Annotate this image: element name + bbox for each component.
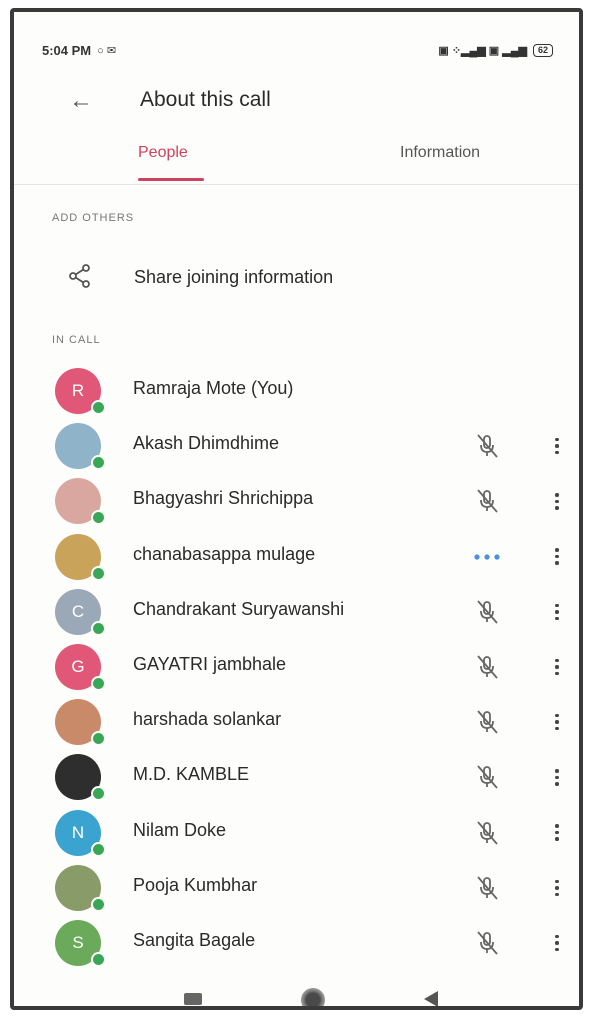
participant-row[interactable]: chanabasappa mulage [14,532,579,587]
more-options-icon[interactable] [550,762,564,792]
participant-row[interactable]: M.D. KAMBLE [14,752,579,807]
add-others-header: ADD OTHERS [52,212,135,224]
in-call-header: IN CALL [52,334,101,346]
mic-off-icon[interactable] [472,597,502,627]
participant-name: Ramraja Mote (You) [133,378,294,398]
navigation-bar [14,985,579,1006]
online-status-dot [91,731,106,747]
more-options-icon[interactable] [550,652,564,682]
signal-icons: ▣ ⁘▂▄▆ ▣ ▂▄▆ [438,44,527,57]
clock: 5:04 PM [42,42,92,58]
more-options-icon[interactable] [550,542,564,572]
recent-apps-button[interactable] [184,993,202,1005]
share-icon [69,264,90,288]
participant-row[interactable]: harshada solankar [14,697,579,752]
home-button[interactable] [301,988,325,1006]
mic-off-icon[interactable] [472,928,502,958]
share-joining-info-row[interactable]: Share joining information [14,258,579,298]
participant-name: M.D. KAMBLE [133,764,250,785]
participant-row[interactable]: Bhagyashri Shrichippa [14,476,579,531]
mic-off-icon[interactable] [472,652,502,682]
online-status-dot [91,620,106,636]
online-status-dot [91,786,106,802]
participant-row[interactable]: Pooja Kumbhar [14,863,579,918]
mic-off-icon[interactable] [472,762,502,792]
online-status-dot [91,565,106,581]
mic-off-icon[interactable] [472,873,502,903]
tab-indicator [138,178,204,181]
online-status-dot [91,841,106,857]
more-options-icon[interactable] [550,431,564,461]
speaking-indicator-icon [474,553,500,560]
participant-name: Nilam Doke [133,819,227,840]
participant-name: Chandrakant Suryawanshi [133,598,345,619]
participant-row[interactable]: N Nilam Doke [14,808,579,863]
more-options-icon[interactable] [550,707,564,737]
app-bar: ← About this call [14,82,579,122]
participant-row[interactable]: S Sangita Bagale [14,918,579,973]
participant-row[interactable]: G GAYATRI jambhale [14,642,579,697]
mic-off-icon[interactable] [472,431,502,461]
participant-name: Pooja Kumbhar [133,874,258,895]
online-status-dot [91,952,106,967]
back-button[interactable] [424,991,438,1006]
participant-row[interactable]: C Chandrakant Suryawanshi [14,587,579,642]
tab-people[interactable]: People [138,144,188,162]
more-options-icon[interactable] [550,928,564,958]
tab-bar: People Information [14,140,579,185]
more-options-icon[interactable] [550,818,564,848]
online-status-dot [91,676,106,691]
participant-name: GAYATRI jambhale [133,654,287,674]
participant-name: Bhagyashri Shrichippa [133,488,314,509]
notification-icons: ○ ✉ [97,44,117,57]
online-status-dot [91,896,106,912]
participant-name: Akash Dhimdhime [133,433,280,454]
participant-name: Sangita Bagale [133,930,256,950]
more-options-icon[interactable] [550,597,564,627]
participant-name: chanabasappa mulage [133,543,316,564]
battery-icon: 62 [532,43,553,57]
back-arrow-icon[interactable]: ← [66,86,96,116]
page-title: About this call [140,88,271,111]
mic-off-icon[interactable] [472,486,502,516]
mic-off-icon[interactable] [472,707,502,737]
participant-row[interactable]: R Ramraja Mote (You) [14,366,579,421]
status-bar: 5:04 PM ○ ✉ ▣ ⁘▂▄▆ ▣ ▂▄▆ 62 [42,40,553,60]
mic-off-icon[interactable] [472,818,502,848]
tab-information[interactable]: Information [400,144,480,162]
participant-row[interactable]: Akash Dhimdhime [14,421,579,476]
participant-name: harshada solankar [133,709,282,730]
share-joining-info-label: Share joining information [134,267,334,287]
online-status-dot [91,455,106,471]
online-status-dot [91,400,106,415]
online-status-dot [91,510,106,526]
more-options-icon[interactable] [550,873,564,903]
more-options-icon[interactable] [550,486,564,516]
phone-screen: 5:04 PM ○ ✉ ▣ ⁘▂▄▆ ▣ ▂▄▆ 62 ← About this… [10,8,583,1010]
